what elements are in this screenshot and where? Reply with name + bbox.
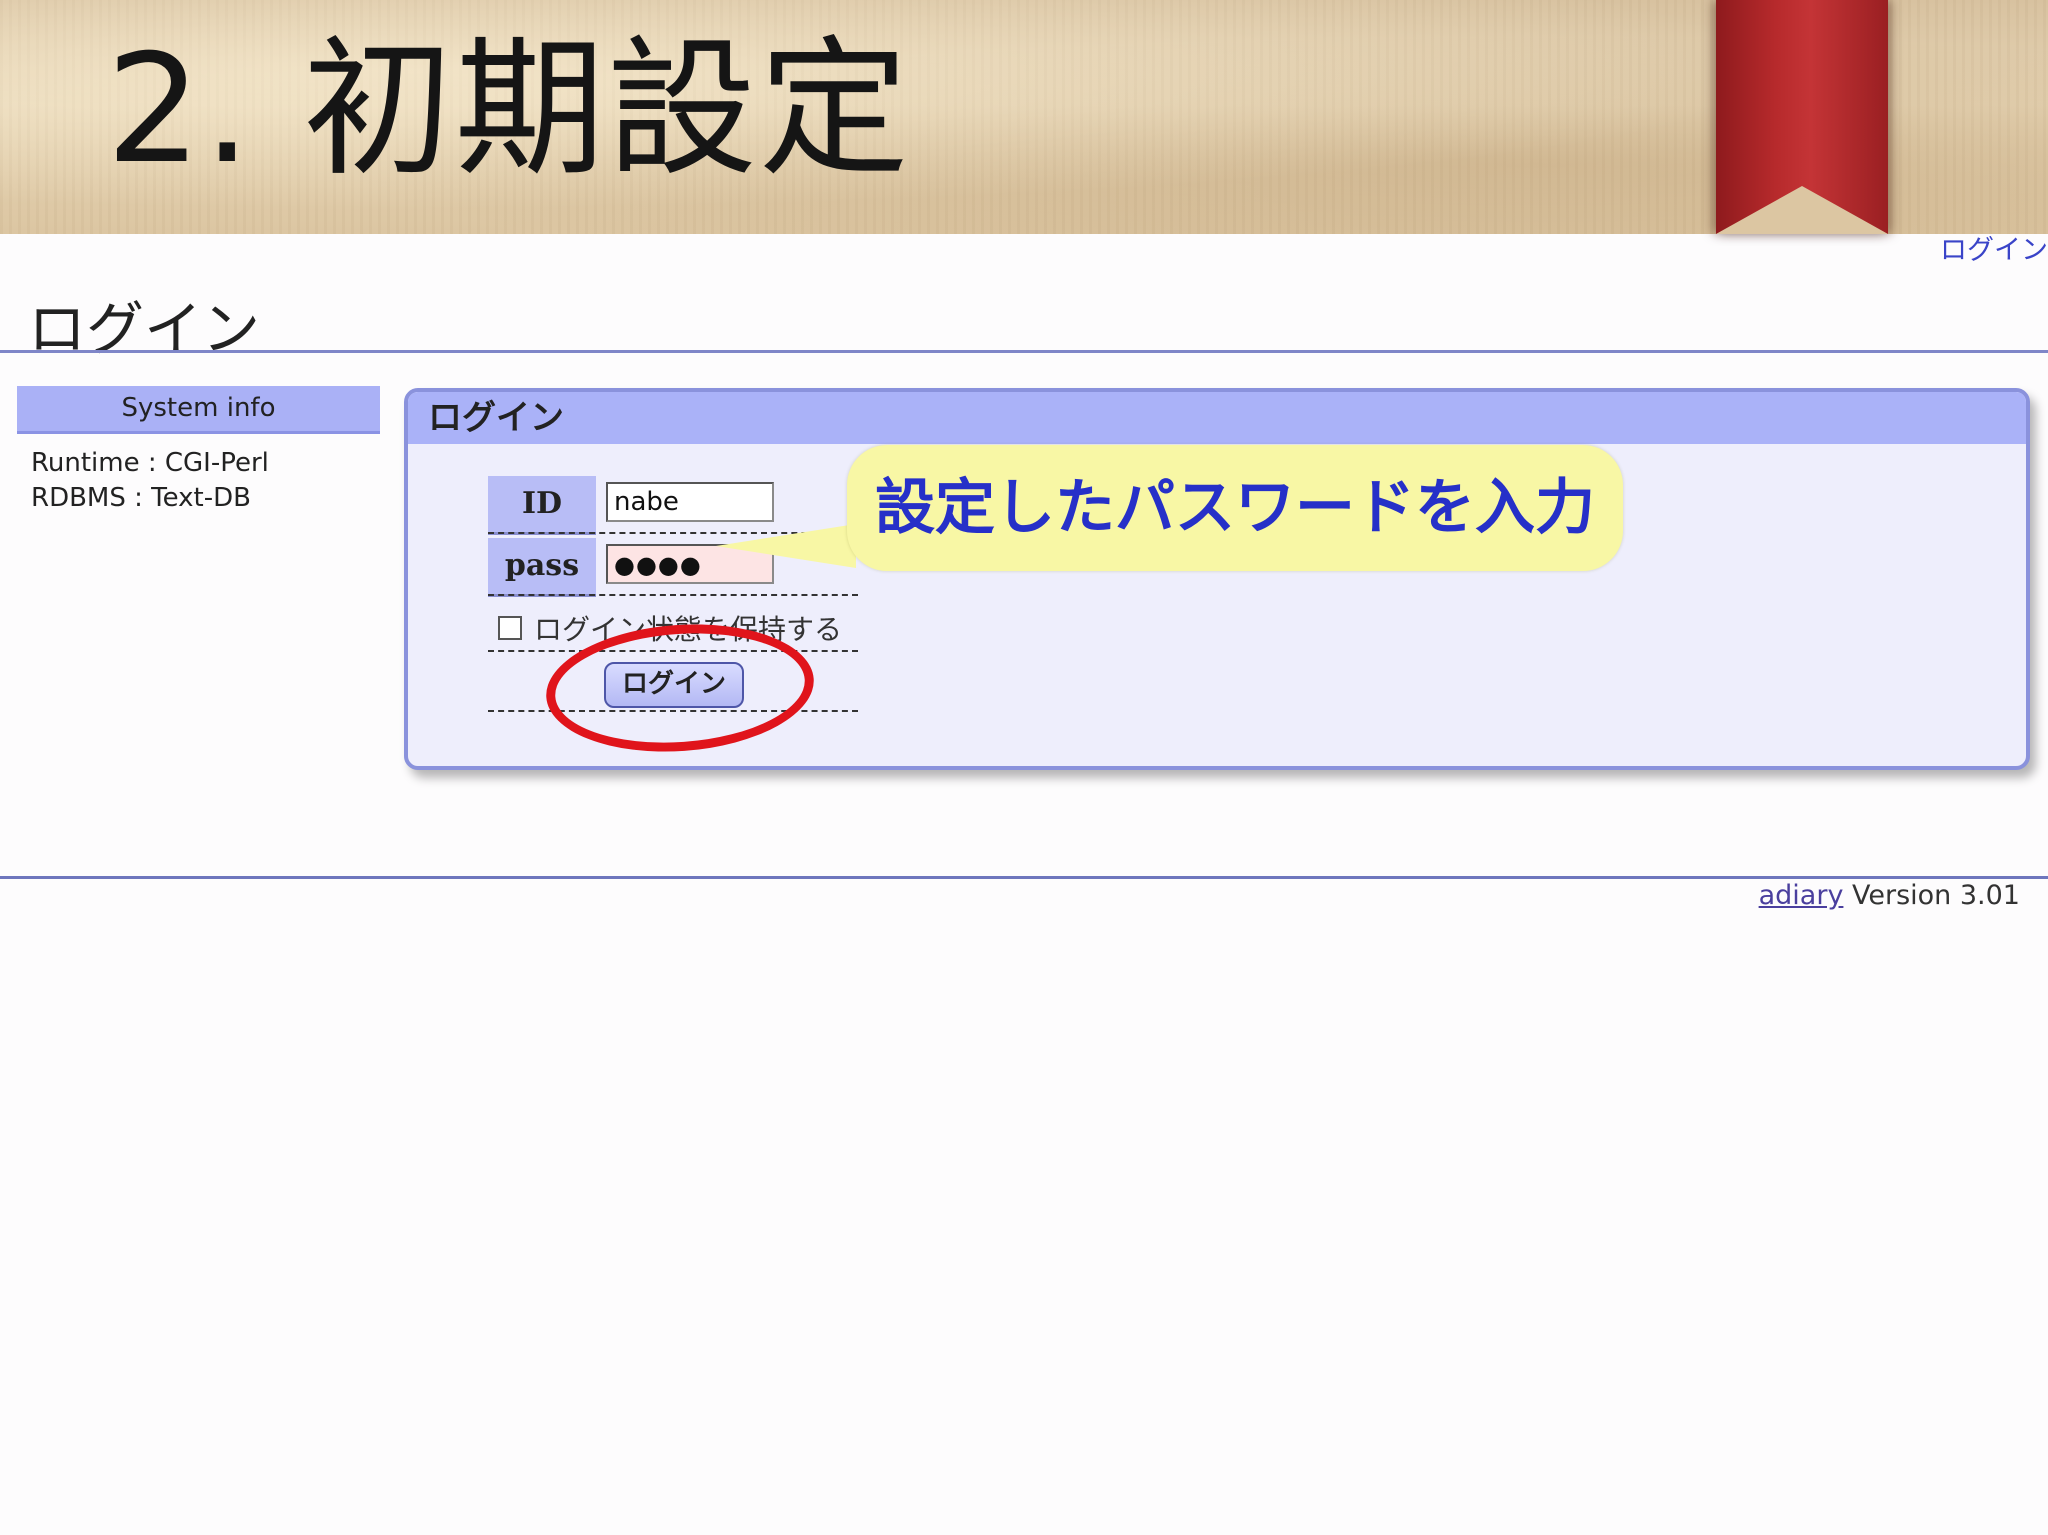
row-divider <box>488 594 858 596</box>
footer-divider <box>0 876 2048 879</box>
adiary-link[interactable]: adiary <box>1759 880 1844 911</box>
title-divider <box>0 350 2048 353</box>
callout-bubble: 設定したパスワードを入力 <box>847 445 1623 571</box>
callout-text: 設定したパスワードを入力 <box>875 473 1595 543</box>
bookmark-notch <box>1716 186 1888 234</box>
rdbms-info: RDBMS : Text-DB <box>31 483 251 513</box>
sidebar-heading: System info <box>17 386 380 434</box>
version-text: Version 3.01 <box>1843 880 2020 911</box>
footer: adiary Version 3.01 <box>1759 880 2020 911</box>
id-label: ID <box>488 476 596 535</box>
remember-checkbox[interactable] <box>498 616 522 640</box>
page-title: ログイン <box>28 295 261 363</box>
login-panel-heading: ログイン <box>408 392 2026 444</box>
id-field[interactable] <box>606 482 774 522</box>
slide-title: 2. 初期設定 <box>106 23 911 197</box>
sidebar-system-info: System info Runtime : CGI-Perl RDBMS : T… <box>17 386 380 528</box>
runtime-info: Runtime : CGI-Perl <box>31 448 269 478</box>
pass-label: pass <box>488 538 596 597</box>
header-login-link[interactable]: ログイン <box>1940 228 2048 267</box>
callout-tail <box>716 524 856 568</box>
sidebar-body: Runtime : CGI-Perl RDBMS : Text-DB <box>17 434 380 528</box>
